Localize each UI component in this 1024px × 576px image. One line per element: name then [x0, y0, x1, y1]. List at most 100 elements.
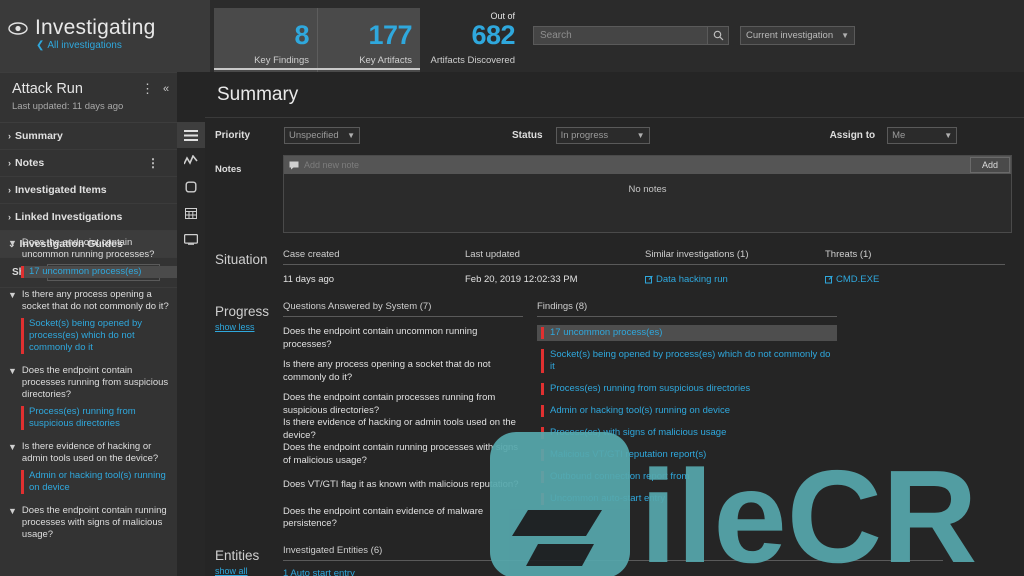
situation-col-value: 11 days ago [283, 274, 335, 285]
progress-show-less-link[interactable]: show less [215, 322, 283, 332]
sidebar-item-notes[interactable]: › Notes ⋮ [0, 150, 177, 177]
brand-block: Investigating ❮ All investigations [0, 0, 210, 72]
chevron-right-icon: › [8, 212, 11, 222]
finding-item-text: Admin or hacking tool(s) running on devi… [550, 405, 731, 416]
guide-finding[interactable]: Admin or hacking tool(s) running on devi… [21, 470, 177, 494]
sidebar-item-investigated-items[interactable]: › Investigated Items [0, 177, 177, 204]
chevron-down-icon: ▼ [636, 131, 645, 140]
guide-question[interactable]: ▼ Does the endpoint contain uncommon run… [0, 232, 177, 263]
chevron-down-icon: ▼ [8, 238, 17, 248]
notes-box: Add new note Add No notes [283, 155, 1012, 233]
notes-section-label: Notes [215, 164, 242, 175]
investigation-title: Attack Run [12, 81, 83, 97]
finding-item[interactable]: Uncommon auto-start entry [537, 491, 837, 507]
search-button[interactable] [707, 26, 729, 45]
assign-to-select[interactable]: Me ▼ [887, 127, 958, 144]
chevron-down-icon: ▼ [347, 131, 356, 140]
kpi-artifacts-discovered[interactable]: Out of 682 Artifacts Discovered [420, 8, 523, 72]
situation-column-similar-investigations: Similar investigations (1) Data hacking … [645, 249, 825, 287]
guide-question[interactable]: ▼ Is there evidence of hacking or admin … [0, 436, 177, 467]
finding-item[interactable]: Process(es) running from suspicious dire… [537, 381, 837, 397]
guide-question[interactable]: ▼ Is there any process opening a socket … [0, 284, 177, 315]
priority-label: Priority [215, 130, 251, 141]
chevron-down-icon: ▼ [8, 290, 17, 300]
kpi-key-artifacts-label: Key Artifacts [359, 55, 412, 66]
kpi-key-artifacts-value: 177 [368, 20, 412, 50]
guide-finding-text: Process(es) running from suspicious dire… [29, 406, 136, 429]
panel-collapse-button[interactable]: « [161, 83, 171, 95]
panel-more-menu-button[interactable]: ⋮ [141, 82, 154, 95]
findings-column-header: Findings (8) [537, 301, 837, 317]
hexagon-icon[interactable] [177, 174, 205, 200]
finding-item[interactable]: Malicious VT/GTI reputation report(s) [537, 447, 837, 463]
severity-bar-icon [21, 266, 24, 278]
main-content: Summary Priority Unspecified ▼ Status In… [205, 72, 1024, 576]
situation-column-threats: Threats (1) CMD.EXE [825, 249, 1005, 287]
add-note-button[interactable]: Add [970, 157, 1010, 173]
entities-section: Entities show all Investigated Entities … [205, 545, 1024, 576]
kpi-key-artifacts[interactable]: 177 Key Artifacts [317, 8, 420, 72]
monitor-icon[interactable] [177, 226, 205, 252]
chevron-right-icon: › [8, 185, 11, 195]
findings-column: Findings (8) 17 uncommon process(es) Soc… [537, 301, 837, 539]
questions-column: Questions Answered by System (7) Does th… [283, 301, 537, 539]
finding-item[interactable]: Admin or hacking tool(s) running on devi… [537, 403, 837, 419]
guide-finding[interactable]: 17 uncommon process(es) [21, 266, 177, 278]
finding-item-text: Socket(s) being opened by process(es) wh… [550, 349, 831, 372]
sidebar-item-summary[interactable]: › Summary [0, 123, 177, 150]
guide-finding-text: 17 uncommon process(es) [29, 266, 142, 277]
search-input[interactable] [533, 26, 707, 45]
progress-columns: Questions Answered by System (7) Does th… [283, 301, 1012, 539]
external-link-icon [645, 275, 653, 284]
list-view-icon[interactable] [177, 122, 205, 148]
external-link-icon [825, 275, 833, 284]
search-box[interactable] [533, 26, 729, 45]
table-grid-icon[interactable] [177, 200, 205, 226]
summary-form-row: Priority Unspecified ▼ Status In progres… [205, 118, 1024, 153]
all-investigations-link[interactable]: ❮ All investigations [36, 40, 122, 51]
status-select[interactable]: In progress ▼ [555, 127, 650, 144]
severity-bar-icon [541, 493, 544, 505]
threat-link[interactable]: CMD.EXE [825, 274, 879, 285]
severity-bar-icon [541, 471, 544, 483]
severity-bar-icon [21, 318, 24, 354]
severity-bar-icon [541, 383, 544, 395]
situation-section: Situation Case created 11 days ago Last … [205, 249, 1024, 287]
sidebar-item-linked-investigations[interactable]: › Linked Investigations [0, 204, 177, 231]
notes-more-menu-button[interactable]: ⋮ [147, 157, 159, 169]
entities-show-all-link[interactable]: show all [215, 566, 283, 576]
finding-item[interactable]: 17 uncommon process(es) [537, 325, 837, 341]
situation-col-header: Case created [283, 249, 465, 265]
chevron-down-icon: ▼ [8, 506, 17, 516]
scope-select[interactable]: Current investigation ▼ [740, 26, 855, 45]
new-note-input[interactable]: Add new note [284, 156, 1011, 174]
finding-item[interactable]: Socket(s) being opened by process(es) wh… [537, 347, 837, 375]
situation-col-header: Last updated [465, 249, 645, 265]
finding-item-text: Malicious VT/GTI reputation report(s) [550, 449, 707, 460]
priority-select[interactable]: Unspecified ▼ [284, 127, 361, 144]
severity-bar-icon [541, 405, 544, 417]
assign-to-label: Assign to [829, 130, 876, 141]
sidebar-item-linked-investigations-label: Linked Investigations [15, 211, 123, 223]
entity-row[interactable]: 1 Auto start entry [283, 561, 1012, 576]
guides-list: ▼ Does the endpoint contain uncommon run… [0, 232, 177, 576]
similar-investigation-link[interactable]: Data hacking run [645, 274, 728, 285]
guide-question-text: Does the endpoint contain running proces… [21, 505, 167, 540]
question-item: Does the endpoint contain evidence of ma… [283, 505, 484, 530]
chevron-down-icon: ▼ [8, 366, 17, 376]
guide-finding[interactable]: Process(es) running from suspicious dire… [21, 406, 177, 430]
guide-question[interactable]: ▼ Does the endpoint contain processes ru… [0, 360, 177, 403]
question-item: Does VT/GTI flag it as known with malici… [283, 479, 519, 490]
progress-section-label: Progress [215, 304, 270, 319]
guide-finding[interactable]: Socket(s) being opened by process(es) wh… [21, 318, 177, 354]
chevron-left-icon: ❮ [36, 39, 45, 51]
finding-item[interactable]: Outbound connection report from [537, 469, 837, 485]
finding-item[interactable]: Process(es) with signs of malicious usag… [537, 425, 837, 441]
question-item: Does the endpoint contain running proces… [283, 442, 519, 466]
kpi-key-findings[interactable]: 8 Key Findings [214, 8, 317, 72]
guide-question[interactable]: ▼ Does the endpoint contain running proc… [0, 500, 177, 543]
kpi-artifacts-discovered-label: Artifacts Discovered [430, 55, 515, 66]
severity-bar-icon [21, 406, 24, 430]
scope-select-value: Current investigation [746, 30, 834, 41]
activity-graph-icon[interactable] [177, 148, 205, 174]
